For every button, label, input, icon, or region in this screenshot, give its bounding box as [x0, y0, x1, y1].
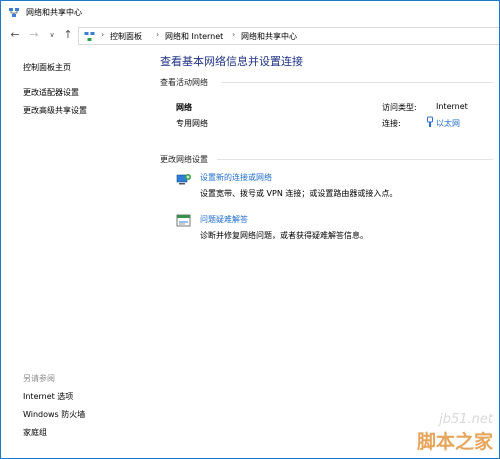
sidebar-item-change-adapter-settings[interactable]: 更改适配器设置: [23, 87, 79, 98]
ethernet-connection-link[interactable]: 以太网: [436, 118, 460, 129]
control-panel-icon: [84, 32, 95, 41]
breadcrumb-separator: ›: [232, 30, 236, 39]
see-also-windows-firewall[interactable]: Windows 防火墙: [23, 409, 85, 420]
title-bar[interactable]: 网络和共享中心: [1, 1, 499, 25]
breadcrumb-separator: ›: [156, 30, 160, 39]
window-title: 网络和共享中心: [26, 8, 82, 17]
address-bar[interactable]: › 控制面板 › 网络和 Internet › 网络和共享中心: [78, 27, 499, 45]
network-category-link[interactable]: 专用网络: [176, 118, 208, 129]
watermark-site-name: 脚本之家: [416, 431, 493, 453]
watermark: jb51.net 脚本之家: [417, 412, 493, 454]
ethernet-icon: [427, 116, 433, 127]
network-sharing-center-window: 网络和共享中心 ← → ∨ ↑ › 控制面板 › 网络和 Internet › …: [0, 0, 500, 459]
navigation-bar: ← → ∨ ↑ › 控制面板 › 网络和 Internet › 网络和共享中心: [1, 25, 499, 47]
troubleshoot-icon: [176, 214, 191, 227]
sidebar-item-change-advanced-sharing[interactable]: 更改高级共享设置: [23, 105, 87, 116]
recent-locations-chevron-icon[interactable]: ∨: [45, 28, 59, 42]
see-also-homegroup[interactable]: 家庭组: [23, 427, 47, 438]
access-type-value: Internet: [436, 102, 468, 111]
breadcrumb-network-internet[interactable]: 网络和 Internet: [165, 31, 223, 42]
troubleshoot-problems-link[interactable]: 问题疑难解答: [200, 214, 248, 225]
troubleshoot-problems-description: 诊断并修复网络问题，或者获得疑难解答信息。: [200, 231, 368, 240]
new-connection-icon: [176, 174, 191, 185]
up-arrow-icon[interactable]: ↑: [61, 28, 75, 42]
connection-label: 连接:: [382, 119, 401, 128]
section-divider: [217, 159, 493, 160]
see-also-internet-options[interactable]: Internet 选项: [23, 391, 73, 402]
see-also-heading: 另请参阅: [23, 374, 55, 383]
sidebar-item-control-panel-home[interactable]: 控制面板主页: [23, 62, 71, 73]
breadcrumb-control-panel[interactable]: 控制面板: [110, 31, 142, 42]
breadcrumb-network-sharing-center[interactable]: 网络和共享中心: [241, 31, 297, 42]
setup-new-connection-link[interactable]: 设置新的连接或网络: [200, 172, 272, 183]
page-title: 查看基本网络信息并设置连接: [160, 55, 303, 68]
network-center-icon: [9, 8, 19, 17]
network-name: 网络: [176, 103, 192, 112]
section-divider: [221, 82, 493, 83]
breadcrumb-separator: ›: [101, 30, 105, 39]
active-networks-heading: 查看活动网络: [160, 78, 208, 87]
setup-new-connection-description: 设置宽带、拨号或 VPN 连接；或设置路由器或接入点。: [200, 189, 398, 198]
forward-arrow-icon[interactable]: →: [27, 28, 41, 42]
back-arrow-icon[interactable]: ←: [8, 28, 22, 42]
access-type-label: 访问类型:: [382, 103, 417, 112]
change-settings-heading: 更改网络设置: [160, 155, 208, 164]
watermark-url: jb51.net: [439, 412, 493, 427]
